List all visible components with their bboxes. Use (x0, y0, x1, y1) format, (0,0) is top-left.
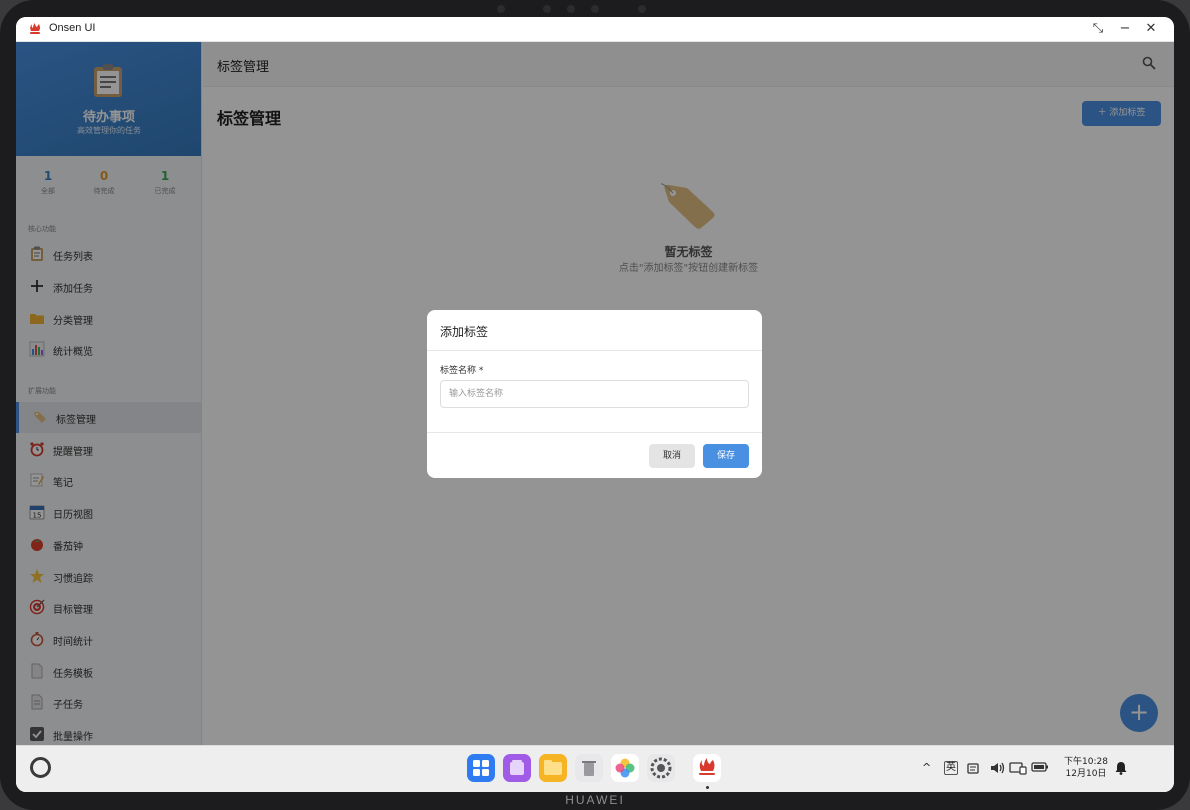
system-taskbar: ^ 英 下午10:28 12月10日 (16, 745, 1174, 792)
volume-icon[interactable] (990, 761, 1006, 778)
notification-bell-icon[interactable] (1115, 761, 1127, 778)
divider (427, 432, 762, 433)
screen: Onsen UI ⤡ − ✕ 待办事项 高效管理你的任务 1 全部 0 待完成 1 已完成 (16, 17, 1174, 792)
sensor-dot (497, 5, 505, 13)
window-title: Onsen UI (49, 22, 96, 34)
multitask-icon[interactable] (503, 754, 531, 782)
cancel-button[interactable]: 取消 (649, 444, 695, 468)
input-method-indicator[interactable]: 英 (944, 761, 958, 775)
tag-name-label: 标签名称 * (440, 366, 484, 376)
clipboard-tray-icon[interactable] (966, 761, 980, 778)
settings-icon[interactable] (647, 754, 675, 782)
camera (591, 5, 599, 13)
battery-icon[interactable] (1031, 761, 1049, 776)
clock-time: 下午10:28 (1064, 757, 1108, 767)
sensor-dot (567, 5, 575, 13)
close-window-icon[interactable]: ✕ (1142, 20, 1160, 38)
running-indicator (706, 786, 709, 789)
dialog-title: 添加标签 (440, 325, 489, 339)
add-tag-dialog: 添加标签 标签名称 * 取消 保存 (427, 310, 762, 478)
sensor-dot (638, 5, 646, 13)
onsen-ui-app-icon[interactable] (693, 754, 721, 782)
recycle-bin-icon[interactable] (575, 754, 603, 782)
sensor-dot (543, 5, 551, 13)
app-grid-icon[interactable] (467, 754, 495, 782)
chevron-up-icon[interactable]: ^ (922, 761, 931, 774)
tablet-frame: HUAWEI Onsen UI ⤡ − ✕ 待办事项 高效管理你的任务 1 全部… (0, 0, 1190, 810)
system-clock[interactable]: 下午10:28 12月10日 (1064, 756, 1108, 780)
device-brand: HUAWEI (565, 793, 625, 807)
save-button[interactable]: 保存 (703, 444, 749, 468)
gallery-icon[interactable] (611, 754, 639, 782)
clock-date: 12月10日 (1065, 769, 1107, 779)
screen-projection-icon[interactable] (1009, 761, 1027, 778)
divider (427, 350, 762, 351)
window-titlebar: Onsen UI ⤡ − ✕ (16, 17, 1174, 42)
restore-window-icon[interactable]: ⤡ (1089, 20, 1107, 38)
tag-name-input[interactable] (440, 380, 749, 408)
start-icon[interactable] (30, 757, 51, 778)
minimize-window-icon[interactable]: − (1116, 20, 1134, 38)
onsen-logo-icon (30, 23, 40, 34)
files-icon[interactable] (539, 754, 567, 782)
